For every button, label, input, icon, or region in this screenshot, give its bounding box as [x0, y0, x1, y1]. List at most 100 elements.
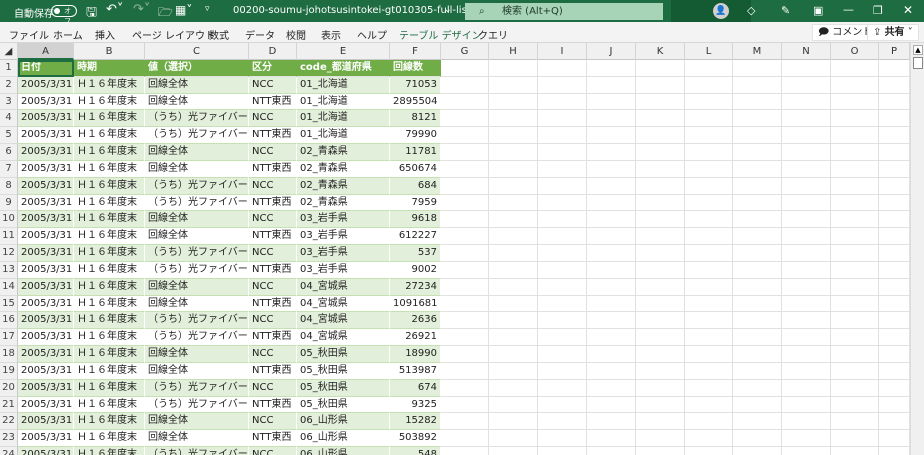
empty-cell[interactable] [831, 194, 879, 212]
empty-cell[interactable] [636, 346, 685, 363]
row-header[interactable]: 5 [0, 127, 18, 145]
empty-cell[interactable] [879, 346, 910, 363]
empty-cell[interactable] [831, 93, 879, 111]
empty-cell[interactable] [782, 278, 831, 296]
empty-cell[interactable] [538, 430, 587, 448]
empty-cell[interactable] [636, 144, 685, 161]
empty-cell[interactable] [831, 261, 879, 279]
row-header[interactable]: 23 [0, 430, 18, 448]
empty-cell[interactable] [782, 295, 831, 313]
table-cell[interactable]: 回線全体 [145, 211, 249, 229]
empty-cell[interactable] [782, 346, 831, 363]
column-header-B[interactable]: B [74, 43, 145, 60]
row-header[interactable]: 11 [0, 228, 18, 246]
table-cell[interactable]: 674 [390, 379, 441, 397]
empty-cell[interactable] [636, 329, 685, 347]
table-cell[interactable]: 1091681 [390, 295, 441, 313]
empty-cell[interactable] [685, 312, 733, 330]
empty-cell[interactable] [782, 60, 831, 77]
row-header[interactable]: 8 [0, 177, 18, 195]
empty-cell[interactable] [879, 228, 910, 246]
table-cell[interactable]: Ｈ１６年度末 [74, 211, 145, 229]
empty-cell[interactable] [587, 329, 636, 347]
tab-query[interactable]: クエリ [478, 27, 508, 42]
empty-cell[interactable] [685, 295, 733, 313]
empty-cell[interactable] [538, 211, 587, 229]
table-cell[interactable]: 回線全体 [145, 346, 249, 363]
table-cell[interactable]: 2005/3/31 [18, 278, 74, 296]
empty-cell[interactable] [733, 76, 782, 94]
minimize-icon[interactable]: — [843, 3, 854, 16]
scroll-thumb[interactable] [913, 57, 923, 69]
table-header-cell[interactable]: code_都道府県 [297, 60, 390, 77]
empty-cell[interactable] [685, 379, 733, 397]
table-cell[interactable]: 04_宮城県 [297, 295, 390, 313]
table-cell[interactable]: 回線全体 [145, 295, 249, 313]
empty-cell[interactable] [782, 110, 831, 128]
table-cell[interactable]: 2005/3/31 [18, 295, 74, 313]
table-cell[interactable]: （うち）光ファイバー [145, 110, 249, 128]
empty-cell[interactable] [879, 245, 910, 262]
empty-cell[interactable] [538, 160, 587, 178]
empty-cell[interactable] [636, 278, 685, 296]
table-header-cell[interactable]: 区分 [249, 60, 297, 77]
empty-cell[interactable] [782, 194, 831, 212]
table-cell[interactable]: 548 [390, 447, 441, 455]
empty-cell[interactable] [587, 295, 636, 313]
empty-cell[interactable] [489, 127, 538, 145]
tab-file[interactable]: ファイル [9, 27, 49, 42]
empty-cell[interactable] [441, 295, 489, 313]
table-cell[interactable]: 15282 [390, 413, 441, 431]
account-avatar[interactable]: 👤 [713, 3, 729, 19]
table-cell[interactable]: 回線全体 [145, 93, 249, 111]
empty-cell[interactable] [489, 211, 538, 229]
empty-cell[interactable] [587, 93, 636, 111]
empty-cell[interactable] [733, 144, 782, 161]
empty-cell[interactable] [733, 245, 782, 262]
empty-cell[interactable] [538, 76, 587, 94]
table-cell[interactable]: Ｈ１６年度末 [74, 312, 145, 330]
empty-cell[interactable] [685, 362, 733, 380]
table-cell[interactable]: 06_山形県 [297, 430, 390, 448]
empty-cell[interactable] [538, 362, 587, 380]
table-cell[interactable]: 03_岩手県 [297, 261, 390, 279]
empty-cell[interactable] [489, 295, 538, 313]
empty-cell[interactable] [831, 160, 879, 178]
table-cell[interactable]: 02_青森県 [297, 194, 390, 212]
empty-cell[interactable] [636, 295, 685, 313]
tab-formulas[interactable]: 数式 [209, 27, 229, 42]
empty-cell[interactable] [538, 447, 587, 455]
empty-cell[interactable] [489, 110, 538, 128]
table-cell[interactable]: 2005/3/31 [18, 160, 74, 178]
empty-cell[interactable] [441, 144, 489, 161]
table-cell[interactable]: Ｈ１６年度末 [74, 430, 145, 448]
table-cell[interactable]: Ｈ１６年度末 [74, 76, 145, 94]
close-icon[interactable]: ✕ [903, 3, 913, 17]
table-cell[interactable]: 71053 [390, 76, 441, 94]
empty-cell[interactable] [733, 413, 782, 431]
empty-cell[interactable] [782, 362, 831, 380]
row-header[interactable]: 3 [0, 93, 18, 111]
empty-cell[interactable] [685, 127, 733, 145]
table-cell[interactable]: （うち）光ファイバー [145, 194, 249, 212]
tab-page-layout[interactable]: ページ レイアウト [132, 27, 215, 42]
empty-cell[interactable] [441, 329, 489, 347]
empty-cell[interactable] [733, 194, 782, 212]
table-cell[interactable]: 03_岩手県 [297, 211, 390, 229]
table-cell[interactable]: 503892 [390, 430, 441, 448]
empty-cell[interactable] [636, 261, 685, 279]
empty-cell[interactable] [489, 447, 538, 455]
table-cell[interactable]: 2005/3/31 [18, 261, 74, 279]
table-cell[interactable]: Ｈ１６年度末 [74, 127, 145, 145]
table-cell[interactable]: （うち）光ファイバー [145, 261, 249, 279]
table-cell[interactable]: 2005/3/31 [18, 194, 74, 212]
table-cell[interactable]: 8121 [390, 110, 441, 128]
table-header-cell[interactable]: 回線数 [390, 60, 441, 77]
empty-cell[interactable] [489, 76, 538, 94]
table-cell[interactable]: 回線全体 [145, 362, 249, 380]
column-header-K[interactable]: K [636, 43, 685, 60]
empty-cell[interactable] [879, 278, 910, 296]
table-cell[interactable]: Ｈ１６年度末 [74, 261, 145, 279]
table-cell[interactable]: 11781 [390, 144, 441, 161]
row-header[interactable]: 15 [0, 295, 18, 313]
